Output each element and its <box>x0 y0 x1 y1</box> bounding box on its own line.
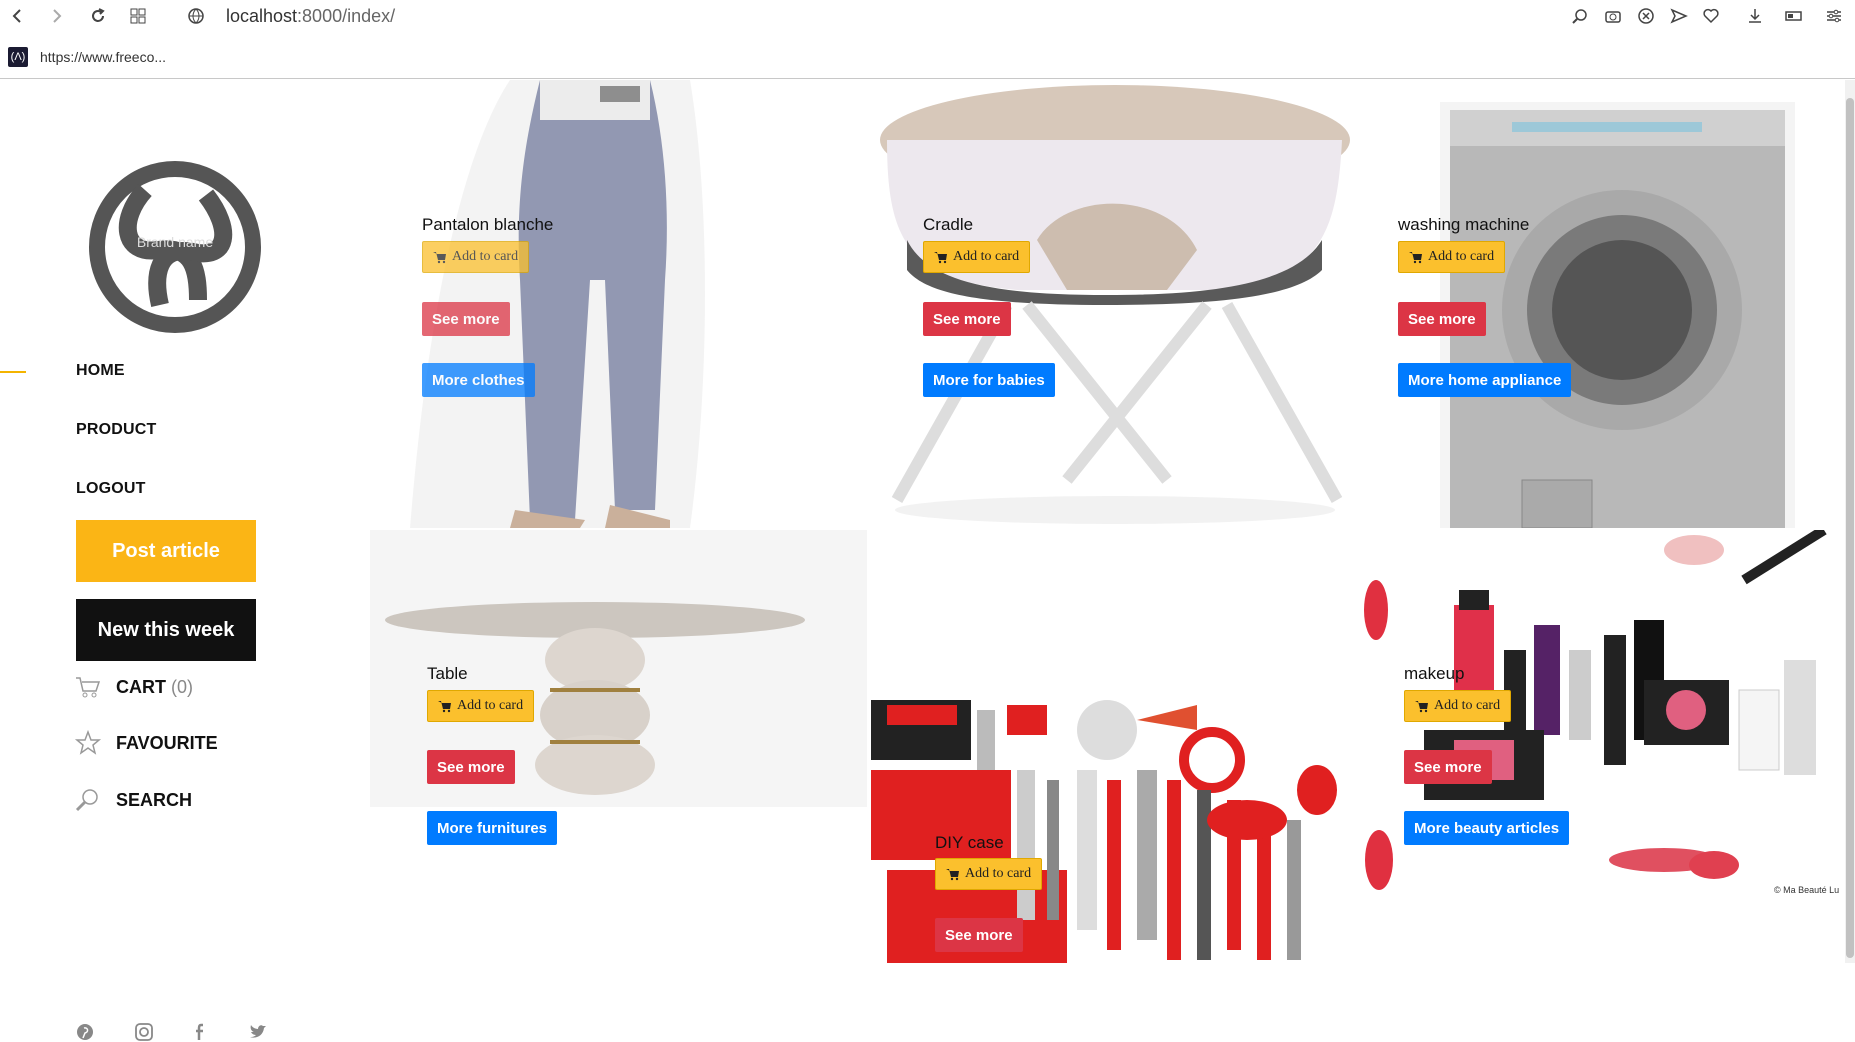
cart-count: (0) <box>171 676 194 697</box>
image-credit: © Ma Beauté Lu <box>1774 885 1840 895</box>
more-category-button[interactable]: More home appliance <box>1398 363 1572 397</box>
facebook-icon[interactable] <box>191 1022 211 1042</box>
product-card: DIY case Add to card See more <box>867 530 1362 963</box>
search-icon <box>75 789 98 812</box>
cart-icon <box>76 677 101 698</box>
product-name[interactable]: makeup <box>1404 664 1464 684</box>
add-to-card-button[interactable]: Add to card <box>923 241 1031 273</box>
send-icon[interactable] <box>1667 4 1691 28</box>
search-link[interactable]: SEARCH <box>74 786 192 814</box>
product-name[interactable]: washing machine <box>1398 215 1529 235</box>
bookmark-bar: (Λ) https://www.freeco... <box>8 46 166 68</box>
product-card: Table Add to card See more More furnitur… <box>370 530 867 963</box>
star-icon <box>74 729 102 755</box>
product-card: © Ma Beauté Lu makeup Add to card See mo… <box>1364 530 1845 903</box>
battery-icon[interactable] <box>1782 4 1806 28</box>
more-category-button[interactable]: More for babies <box>923 363 1055 397</box>
brand-logo: Brand name <box>89 161 261 333</box>
cart-icon <box>438 701 451 713</box>
browser-toolbar: localhost:8000/index/ (Λ) https://www.fr… <box>0 0 1855 79</box>
table-image <box>370 530 867 807</box>
add-to-card-label: Add to card <box>1428 249 1495 264</box>
sidebar: Brand name HOME PRODUCT LOGOUT Post arti… <box>0 80 360 1041</box>
see-more-button[interactable]: See more <box>427 750 515 784</box>
product-card: Pantalon blanche Add to card See more Mo… <box>370 80 795 528</box>
diy-tools-image <box>871 700 1337 963</box>
add-to-card-label: Add to card <box>965 866 1032 881</box>
url-host: localhost <box>226 6 298 26</box>
see-more-button[interactable]: See more <box>935 918 1023 952</box>
favourite-link[interactable]: FAVOURITE <box>74 729 218 757</box>
product-name[interactable]: Pantalon blanche <box>422 215 553 235</box>
new-this-week-button[interactable]: New this week <box>76 599 256 661</box>
active-nav-indicator <box>0 371 26 373</box>
nav-logout[interactable]: LOGOUT <box>76 480 146 498</box>
product-card: washing machine Add to card See more Mor… <box>1362 80 1845 528</box>
instagram-icon[interactable] <box>134 1022 154 1042</box>
post-article-button[interactable]: Post article <box>76 520 256 582</box>
nav-product[interactable]: PRODUCT <box>76 421 157 439</box>
add-to-card-label: Add to card <box>1434 698 1501 713</box>
logo-watermark: Brand name <box>137 234 213 250</box>
see-more-button[interactable]: See more <box>1398 302 1486 336</box>
twitter-icon[interactable] <box>248 1022 268 1042</box>
block-icon[interactable] <box>1634 4 1658 28</box>
product-name[interactable]: DIY case <box>935 833 1004 853</box>
product-name[interactable]: Table <box>427 664 468 684</box>
more-category-button[interactable]: More furnitures <box>427 811 558 845</box>
add-to-card-button[interactable]: Add to card <box>935 858 1043 890</box>
tabs-grid-icon[interactable] <box>126 4 150 28</box>
cart-icon <box>1409 252 1422 264</box>
product-name[interactable]: Cradle <box>923 215 973 235</box>
add-to-card-label: Add to card <box>953 249 1020 264</box>
add-to-card-label: Add to card <box>457 698 524 713</box>
heart-icon[interactable] <box>1699 4 1723 28</box>
zoom-icon[interactable] <box>1568 4 1592 28</box>
download-icon[interactable] <box>1743 4 1767 28</box>
favourite-label: FAVOURITE <box>116 732 218 753</box>
cart-icon <box>946 869 959 881</box>
more-category-button[interactable]: More beauty articles <box>1404 811 1570 845</box>
url-path: :8000/index/ <box>297 6 396 26</box>
cart-link[interactable]: CART (0) <box>74 673 193 701</box>
freecodecamp-icon: (Λ) <box>8 47 28 67</box>
add-to-card-label: Add to card <box>452 249 519 264</box>
cart-label: CART <box>116 676 166 697</box>
add-to-card-button[interactable]: Add to card <box>1398 241 1506 273</box>
more-category-button[interactable]: More clothes <box>422 363 535 397</box>
camera-icon[interactable] <box>1601 4 1625 28</box>
see-more-button[interactable]: See more <box>923 302 1011 336</box>
product-card: Cradle Add to card See more More for bab… <box>867 80 1362 528</box>
add-to-card-button[interactable]: Add to card <box>427 690 535 722</box>
see-more-button[interactable]: See more <box>1404 750 1492 784</box>
scrollbar[interactable] <box>1845 80 1855 963</box>
add-to-card-button[interactable]: Add to card <box>1404 690 1512 722</box>
search-label: SEARCH <box>116 789 193 810</box>
cart-icon <box>1415 701 1428 713</box>
bookmark-link[interactable]: https://www.freeco... <box>40 49 166 65</box>
back-icon[interactable] <box>6 4 30 28</box>
add-to-card-button[interactable]: Add to card <box>422 241 530 273</box>
address-bar[interactable]: localhost:8000/index/ <box>226 4 395 28</box>
see-more-button[interactable]: See more <box>422 302 510 336</box>
cart-icon <box>934 252 947 264</box>
cart-icon <box>433 252 446 264</box>
nav-home[interactable]: HOME <box>76 362 125 380</box>
forward-icon[interactable] <box>44 4 68 28</box>
site-info-icon[interactable] <box>184 4 208 28</box>
settings-sliders-icon[interactable] <box>1822 4 1846 28</box>
reload-icon[interactable] <box>86 4 110 28</box>
pinterest-icon[interactable] <box>75 1022 95 1042</box>
scrollbar-thumb[interactable] <box>1846 98 1854 958</box>
